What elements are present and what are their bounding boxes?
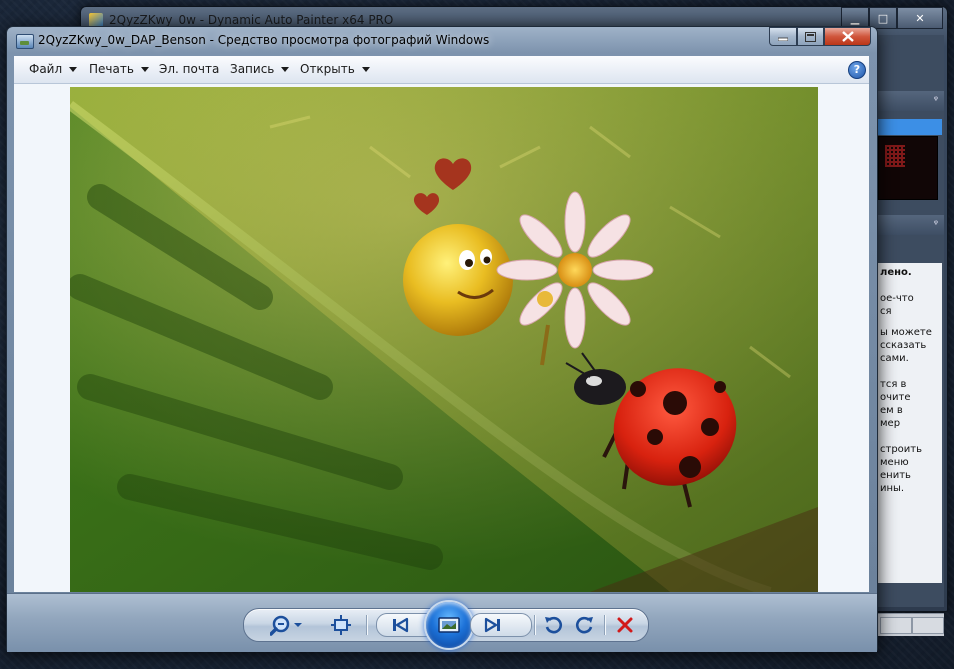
rotate-clockwise-button[interactable] — [572, 613, 598, 637]
photo-viewer-app-icon — [16, 34, 34, 49]
help-line: ся — [880, 306, 892, 317]
help-line: лено. — [880, 267, 912, 278]
control-strip — [243, 600, 649, 650]
dap-panel-header-2[interactable]: ᵠ — [876, 215, 944, 235]
window-controls — [769, 27, 871, 46]
help-line: строить — [880, 444, 923, 455]
close-button[interactable] — [824, 27, 871, 46]
minimize-icon: ▁ — [850, 11, 860, 25]
zoom-icon — [270, 615, 302, 636]
help-line: мер — [880, 418, 901, 429]
menu-email-label: Эл. почта — [159, 62, 220, 76]
status-cell — [912, 617, 944, 634]
menu-print[interactable]: Печать — [89, 56, 149, 83]
image-view-area[interactable] — [14, 84, 869, 592]
zoom-button[interactable] — [268, 613, 306, 637]
menu-print-label: Печать — [89, 62, 134, 76]
maximize-icon — [805, 31, 816, 42]
photo-viewer-window[interactable]: 2QyzZKwy_0w_DAP_Benson - Средство просмо… — [6, 26, 878, 652]
separator — [534, 615, 535, 635]
chevron-down-icon — [281, 67, 290, 72]
actual-size-button[interactable] — [328, 613, 354, 637]
close-icon — [841, 31, 854, 42]
help-line: очите — [880, 392, 911, 403]
dap-panel-header-1[interactable]: ᵠ — [876, 91, 944, 111]
previous-button[interactable] — [387, 613, 413, 637]
menu-file[interactable]: Файл — [29, 56, 78, 83]
dap-side-panel: ᵠ ᵠ лено. ое-что ся ы можете ссказать са… — [876, 35, 944, 636]
delete-button[interactable] — [612, 613, 638, 637]
help-line: енить — [880, 470, 911, 481]
dap-status-bar — [876, 613, 944, 636]
minimize-icon — [778, 37, 788, 41]
dap-led-preview — [878, 136, 938, 200]
playback-controls-bar — [7, 593, 877, 652]
menu-open[interactable]: Открыть — [300, 56, 370, 83]
delete-icon — [617, 617, 633, 633]
dap-close-button[interactable]: ✕ — [897, 7, 943, 29]
maximize-icon: □ — [877, 11, 889, 25]
help-line: ссказать — [880, 340, 927, 351]
help-line: тся в — [880, 379, 907, 390]
dap-window-title: 2QyzZKwy_0w - Dynamic Auto Painter x64 P… — [109, 13, 394, 27]
separator — [604, 615, 605, 635]
pin-icon[interactable]: ᵠ — [934, 219, 938, 230]
slideshow-icon — [438, 617, 460, 633]
help-line: ины. — [880, 483, 905, 494]
dap-help-text: лено. ое-что ся ы можете ссказать сами. … — [878, 263, 942, 583]
help-line: ы можете — [880, 327, 932, 338]
help-icon[interactable]: ? — [848, 61, 866, 79]
minimize-button[interactable] — [769, 27, 797, 46]
menu-email[interactable]: Эл. почта — [159, 56, 219, 83]
slideshow-button[interactable] — [424, 600, 474, 650]
status-cell — [880, 617, 912, 634]
menu-burn[interactable]: Запись — [230, 56, 290, 83]
pin-icon[interactable]: ᵠ — [934, 95, 938, 106]
maximize-button[interactable] — [797, 27, 824, 46]
painting-ladybug-smiley-flower — [70, 87, 818, 592]
rotate-counterclockwise-button[interactable] — [540, 613, 566, 637]
next-button[interactable] — [480, 613, 506, 637]
window-title: 2QyzZKwy_0w_DAP_Benson - Средство просмо… — [38, 33, 490, 47]
actual-size-icon — [331, 615, 351, 635]
help-line: ое-что — [880, 293, 914, 304]
menu-burn-label: Запись — [230, 62, 275, 76]
dap-app-icon — [89, 13, 103, 27]
smiley-ball — [403, 224, 513, 336]
chevron-down-icon — [140, 67, 149, 72]
previous-icon — [393, 617, 409, 633]
help-line: ем в — [880, 405, 903, 416]
menu-open-label: Открыть — [300, 62, 355, 76]
close-icon: ✕ — [915, 11, 925, 25]
dap-selected-bar[interactable] — [878, 119, 942, 135]
photo-image — [70, 87, 818, 592]
rotate-counterclockwise-icon — [545, 616, 562, 634]
rotate-clockwise-icon — [576, 616, 593, 634]
help-line: сами. — [880, 353, 909, 364]
menu-file-label: Файл — [29, 62, 63, 76]
chevron-down-icon — [69, 67, 78, 72]
chevron-down-icon — [361, 67, 370, 72]
help-line: меню — [880, 457, 909, 468]
next-icon — [484, 617, 500, 633]
separator — [366, 615, 367, 635]
menu-bar: Файл Печать Эл. почта Запись Открыть ? — [14, 56, 869, 84]
